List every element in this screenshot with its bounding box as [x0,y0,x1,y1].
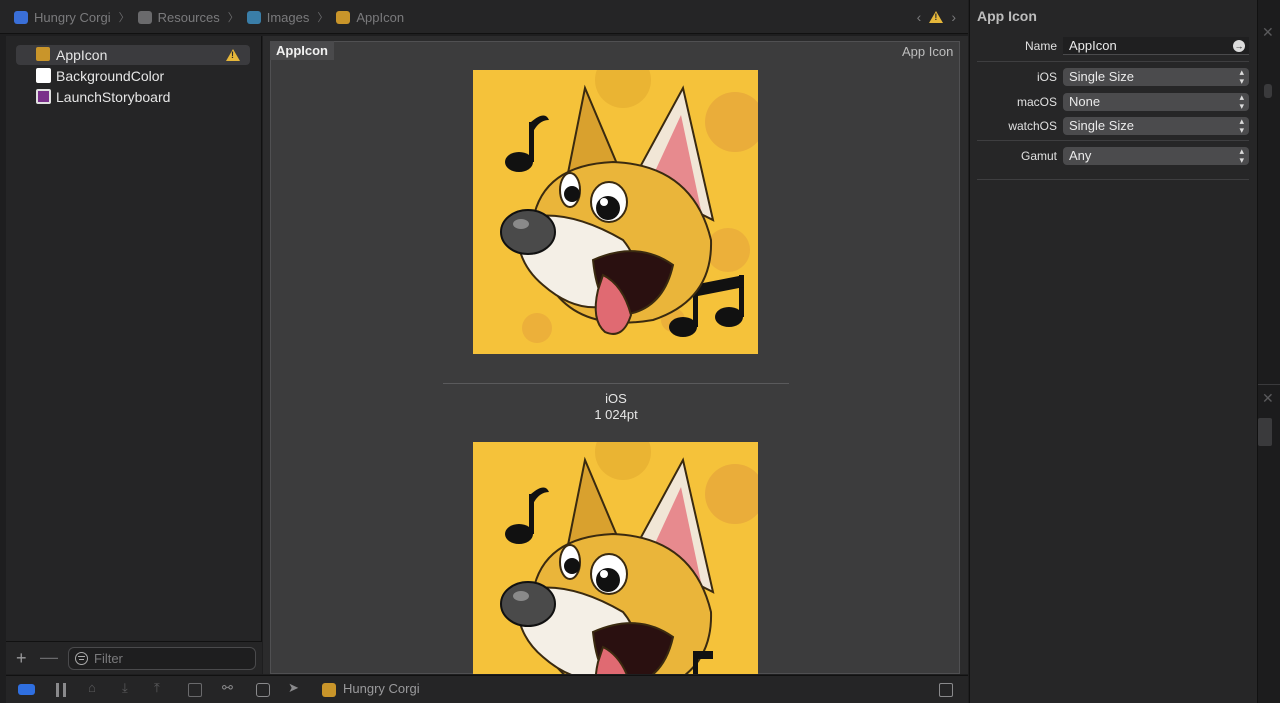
name-field[interactable]: AppIcon → [1063,37,1249,55]
app-icon-image-well[interactable] [473,70,758,354]
filter-icon [75,652,88,665]
add-icon[interactable]: + [16,648,27,669]
environment-overrides-icon[interactable] [256,683,270,697]
navigator-item-appicon[interactable]: AppIcon [16,45,250,65]
name-label: Name [1024,39,1057,53]
separator [1258,384,1280,385]
breadcrumb-item-images[interactable]: Images [267,10,310,25]
step-out-icon[interactable]: ⤒ [154,680,168,695]
panel-tab[interactable] [1258,418,1272,446]
navigator-footer: + — [6,641,262,674]
navigator-item-label: LaunchStoryboard [56,89,171,105]
slot-size-label: 1 024pt [594,407,638,422]
color-swatch-icon [36,89,51,104]
gamut-label: Gamut [1020,149,1057,163]
pause-icon[interactable] [56,683,66,697]
inspector-section-title: App Icon [977,8,1037,24]
icon-set-name[interactable]: AppIcon [270,41,334,60]
navigator-item-label: AppIcon [56,47,108,63]
filter-input[interactable] [94,651,244,666]
app-icon-thumbnail-icon [36,47,50,61]
updown-chevron-icon: ▴ ▾ [1239,67,1244,86]
close-icon[interactable]: ✕ [1262,24,1274,41]
debug-toolbar: ⌂ ⤓ ⤒ ⚯ ➤ [6,675,968,703]
slot-divider [443,383,789,384]
slot-platform-label: iOS [605,391,627,406]
navigator-item-backgroundcolor[interactable]: BackgroundColor [16,66,250,86]
navigator-item-launchstoryboard[interactable]: LaunchStoryboard [16,87,250,107]
icon-set-kind: App Icon [902,44,954,59]
updown-chevron-icon: ▴ ▾ [1239,146,1244,165]
warning-icon[interactable] [929,11,944,23]
folder-icon [137,10,152,24]
process-label[interactable]: Hungry Corgi [343,681,420,696]
app-icon-image-well[interactable] [473,442,758,674]
remove-icon[interactable]: — [40,647,58,668]
macos-value: None [1069,94,1101,109]
corgi-app-icon-image [473,70,758,354]
gamut-popup[interactable]: Any ▴ ▾ [1063,147,1249,165]
name-value: AppIcon [1069,38,1117,53]
ios-value: Single Size [1069,69,1135,84]
breadcrumb-item-appicon[interactable]: AppIcon [356,10,404,25]
xcode-project-icon [14,10,28,24]
app-icon-thumbnail-icon [322,683,336,697]
warning-icon [226,49,240,61]
filter-field[interactable] [68,647,256,670]
asset-navigator: AppIcon BackgroundColor LaunchStoryboard [6,36,262,674]
breadcrumb-item-project[interactable]: Hungry Corgi [34,10,111,25]
chevron-right-icon: 〉 [118,12,130,24]
chevron-right-icon: 〉 [227,12,239,24]
asset-catalog-icon [246,10,261,24]
gamut-value: Any [1069,148,1092,163]
macos-label: macOS [1016,95,1057,109]
app-icon-thumbnail-icon [336,10,351,24]
secondary-window-edge: ✕ ✕ [1257,0,1280,703]
navigator-item-label: BackgroundColor [56,68,165,84]
separator [977,179,1249,180]
memory-graph-icon[interactable]: ⚯ [222,680,236,695]
location-icon[interactable]: ➤ [288,680,302,695]
macos-popup[interactable]: None ▴ ▾ [1063,93,1249,111]
watchos-popup[interactable]: Single Size ▴ ▾ [1063,117,1249,135]
ios-label: iOS [1036,70,1057,84]
arrow-right-circle-icon[interactable]: → [1233,40,1245,52]
watchos-value: Single Size [1069,118,1135,133]
hide-debug-area-icon[interactable] [939,683,953,697]
watchos-label: watchOS [1008,119,1057,133]
updown-chevron-icon: ▴ ▾ [1239,92,1244,111]
breadcrumb-item-resources[interactable]: Resources [158,10,220,25]
chevron-right-icon: 〉 [317,12,329,24]
chevron-right-icon[interactable]: › [951,9,956,25]
ios-popup[interactable]: Single Size ▴ ▾ [1063,68,1249,86]
corgi-app-icon-image [473,442,758,674]
view-hierarchy-icon[interactable] [188,683,202,697]
step-into-icon[interactable]: ⤓ [122,680,136,695]
color-swatch-icon [36,68,51,83]
separator [977,140,1249,141]
chevron-left-icon[interactable]: ‹ [917,9,922,25]
issue-navigation: ‹ › [917,9,956,25]
separator [977,61,1249,62]
breadcrumb: Hungry Corgi 〉 Resources 〉 Images 〉 AppI… [14,9,404,25]
scrollbar[interactable] [1264,84,1272,98]
close-icon[interactable]: ✕ [1262,390,1274,407]
step-over-icon[interactable]: ⌂ [88,680,102,695]
console-toggle-icon[interactable] [18,684,35,695]
updown-chevron-icon: ▴ ▾ [1239,116,1244,135]
